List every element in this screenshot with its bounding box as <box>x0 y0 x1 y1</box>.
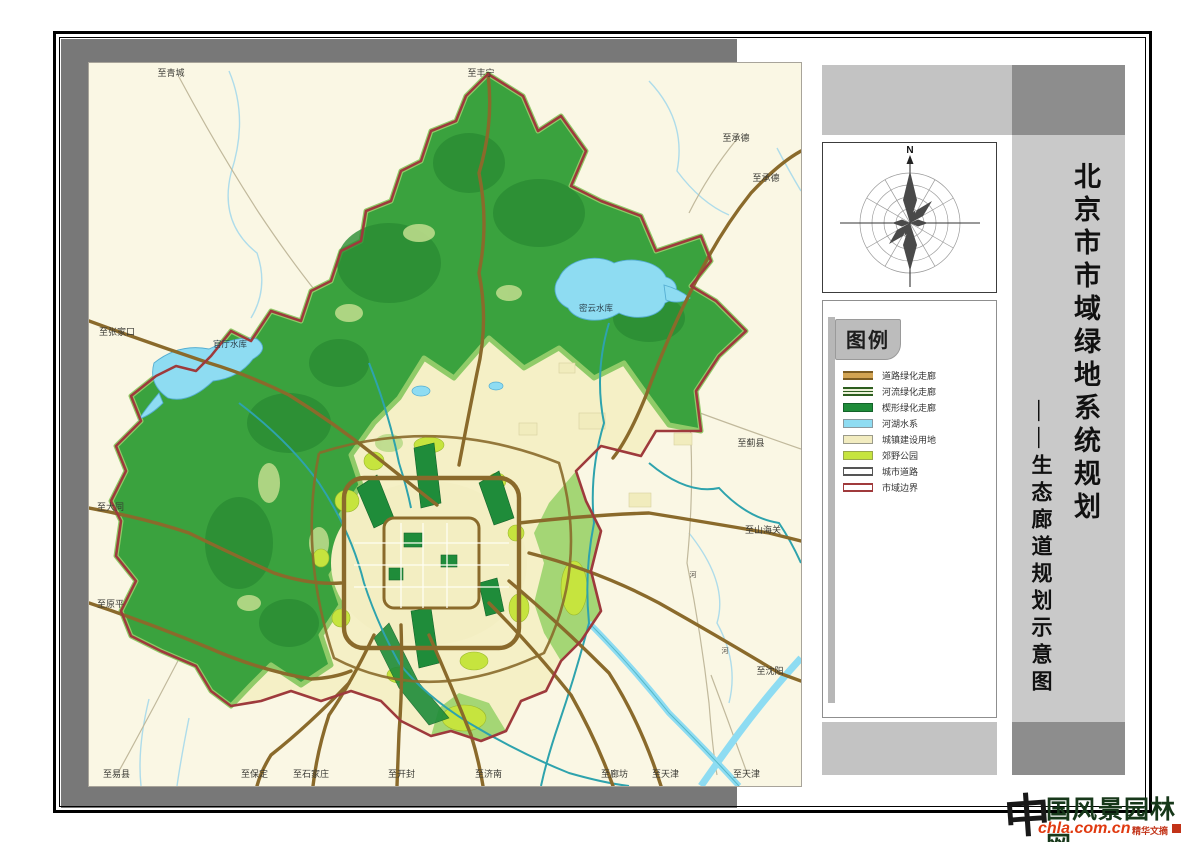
watermark-red-square <box>1172 824 1181 833</box>
edge-label: 至承德 <box>722 132 749 143</box>
edge-label: 至天津 <box>733 769 760 779</box>
north-label: N <box>906 145 913 156</box>
title-column-footer <box>1012 722 1125 775</box>
footer-band-light <box>822 722 997 775</box>
water-system-swatch <box>843 419 873 428</box>
city-road-swatch <box>843 467 873 476</box>
edge-label: 至开封 <box>388 768 415 779</box>
legend-label: 城镇建设用地 <box>882 435 937 445</box>
edge-label: 至保定 <box>241 768 268 779</box>
map-canvas: 至青城 至丰宁 至承德 至承德 至张家口 至大同 至原平 至易县 至保定 至石家… <box>88 62 802 787</box>
edge-label: 至廊坊 <box>601 768 628 779</box>
edge-label: 至天津 <box>652 769 679 779</box>
legend-row: 城市道路 <box>843 467 986 477</box>
legend-box: 图例 道路绿化走廊 河流绿化走廊 楔形绿化走廊 河湖水系 城镇建设用地 郊野公园… <box>822 300 997 718</box>
legend-row: 楔形绿化走廊 <box>843 403 986 413</box>
page-subtitle: ——生态廊道规划示意图 <box>1029 400 1053 697</box>
legend-title: 图例 <box>835 319 901 360</box>
reservoir-label: 密云水库 <box>579 303 614 313</box>
page-title: 北京市市域绿地系统规划 <box>1070 162 1100 525</box>
edge-label: 至承德 <box>752 172 779 183</box>
edge-label: 至张家口 <box>99 326 135 337</box>
road-corridor-swatch <box>843 371 873 380</box>
legend-row: 河湖水系 <box>843 419 986 429</box>
country-park-swatch <box>843 451 873 460</box>
edge-label: 至石家庄 <box>293 768 329 779</box>
compass-rose: N <box>840 145 980 287</box>
urban-land-swatch <box>843 435 873 444</box>
legend-label: 市域边界 <box>882 483 919 493</box>
watermark: 中 国风景园林网 chla.com.cn 精华文摘 <box>1002 786 1191 842</box>
legend-row: 道路绿化走廊 <box>843 371 986 381</box>
header-band-dark <box>1012 65 1125 135</box>
planning-sheet: 至青城 至丰宁 至承德 至承德 至张家口 至大同 至原平 至易县 至保定 至石家… <box>0 0 1191 842</box>
edge-label: 至易县 <box>103 769 130 779</box>
legend-label: 城市道路 <box>882 467 919 477</box>
edge-label: 至丰宁 <box>467 67 494 78</box>
legend-row: 城镇建设用地 <box>843 435 986 445</box>
river-mark: 河 <box>722 647 729 655</box>
edge-label: 至沈阳 <box>756 665 783 676</box>
legend-items: 道路绿化走廊 河流绿化走廊 楔形绿化走廊 河湖水系 城镇建设用地 郊野公园 城市… <box>843 371 986 499</box>
river-corridor-swatch <box>843 387 873 396</box>
legend-sidebar-bar <box>828 317 835 703</box>
edge-label: 至蓟县 <box>737 437 764 448</box>
legend-row: 郊野公园 <box>843 451 986 461</box>
legend-label: 郊野公园 <box>882 451 919 461</box>
legend-label: 楔形绿化走廊 <box>882 403 937 413</box>
north-arrow <box>906 155 914 164</box>
wedge-corridor-swatch <box>843 403 873 412</box>
edge-label: 至原平 <box>97 599 124 609</box>
river-mark: 河 <box>690 571 697 579</box>
watermark-tagline: 精华文摘 <box>1132 826 1169 836</box>
watermark-url: chla.com.cn <box>1038 820 1131 837</box>
reservoir-label: 官厅水库 <box>213 339 248 349</box>
legend-label: 河湖水系 <box>882 419 919 429</box>
edge-label: 至青城 <box>157 67 184 78</box>
edge-label: 至山海关 <box>745 524 781 535</box>
legend-row: 市域边界 <box>843 483 986 493</box>
miyun-reservoir <box>554 257 677 321</box>
legend-label: 道路绿化走廊 <box>882 371 937 381</box>
compass-petals <box>889 171 932 271</box>
legend-label: 河流绿化走廊 <box>882 387 937 397</box>
edge-label: 至济南 <box>475 768 502 779</box>
header-band-light <box>822 65 1012 135</box>
beijing-green-space-map: 至青城 至丰宁 至承德 至承德 至张家口 至大同 至原平 至易县 至保定 至石家… <box>89 63 801 786</box>
edge-label: 至大同 <box>97 501 124 512</box>
compass-box: N <box>822 142 997 293</box>
boundary-swatch <box>843 483 873 492</box>
legend-row: 河流绿化走廊 <box>843 387 986 397</box>
